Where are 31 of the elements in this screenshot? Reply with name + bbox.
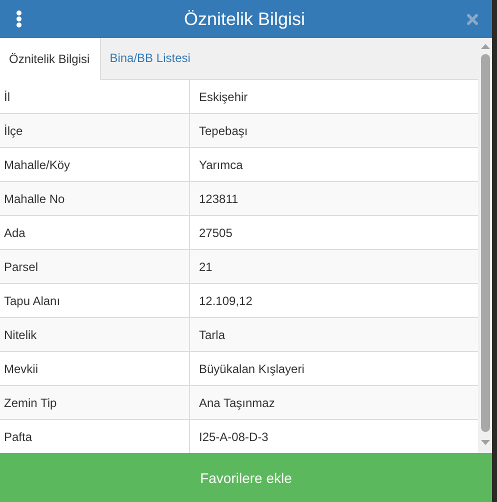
table-cell-text: Eskişehir [198, 88, 248, 106]
favorite-button[interactable]: Favorilere ekle [0, 453, 492, 502]
table-cell-text: Tarla [198, 326, 226, 344]
table-cell: İl [0, 80, 190, 113]
window-title: Öznitelik Bilgisi [182, 8, 306, 30]
scrollbar-thumb[interactable] [480, 54, 490, 432]
table-cell-text: 123811 [198, 190, 238, 208]
table-cell-text: 12.109,12 [198, 292, 252, 310]
close-icon[interactable] [467, 14, 478, 24]
tab[interactable]: Bina/BB Listesi [100, 37, 200, 79]
table-cell: Zemin Tip [0, 386, 190, 419]
table-cell: Mahalle/Köy [0, 148, 190, 181]
table-cell-text: Ana Taşınmaz [198, 394, 275, 412]
table-cell: İlçe [0, 114, 190, 147]
table-cell-text: Tepebaşı [198, 122, 248, 140]
table-cell: Mevkii [0, 352, 190, 385]
scroll-up-icon[interactable] [480, 44, 490, 49]
table-cell-text: I25-A-08-D-3 [198, 428, 268, 446]
table-cell-text: Yarımca [198, 156, 243, 174]
table-cell: Tapu Alanı [0, 284, 190, 317]
scrollbar[interactable] [478, 38, 492, 453]
table-cell-text: Büyükalan Kışlayeri [198, 360, 304, 378]
tab[interactable]: Öznitelik Bilgisi [0, 38, 101, 80]
table-cell-text: 21 [198, 258, 212, 276]
table-cell: Parsel [0, 250, 190, 283]
table-cell-text: 27505 [198, 224, 232, 242]
table-cell: Ada [0, 216, 190, 249]
table-cell: Mahalle No [0, 182, 190, 215]
menu-icon[interactable] [16, 10, 22, 28]
table-cell: Nitelik [0, 318, 190, 351]
scroll-down-icon[interactable] [480, 440, 490, 445]
